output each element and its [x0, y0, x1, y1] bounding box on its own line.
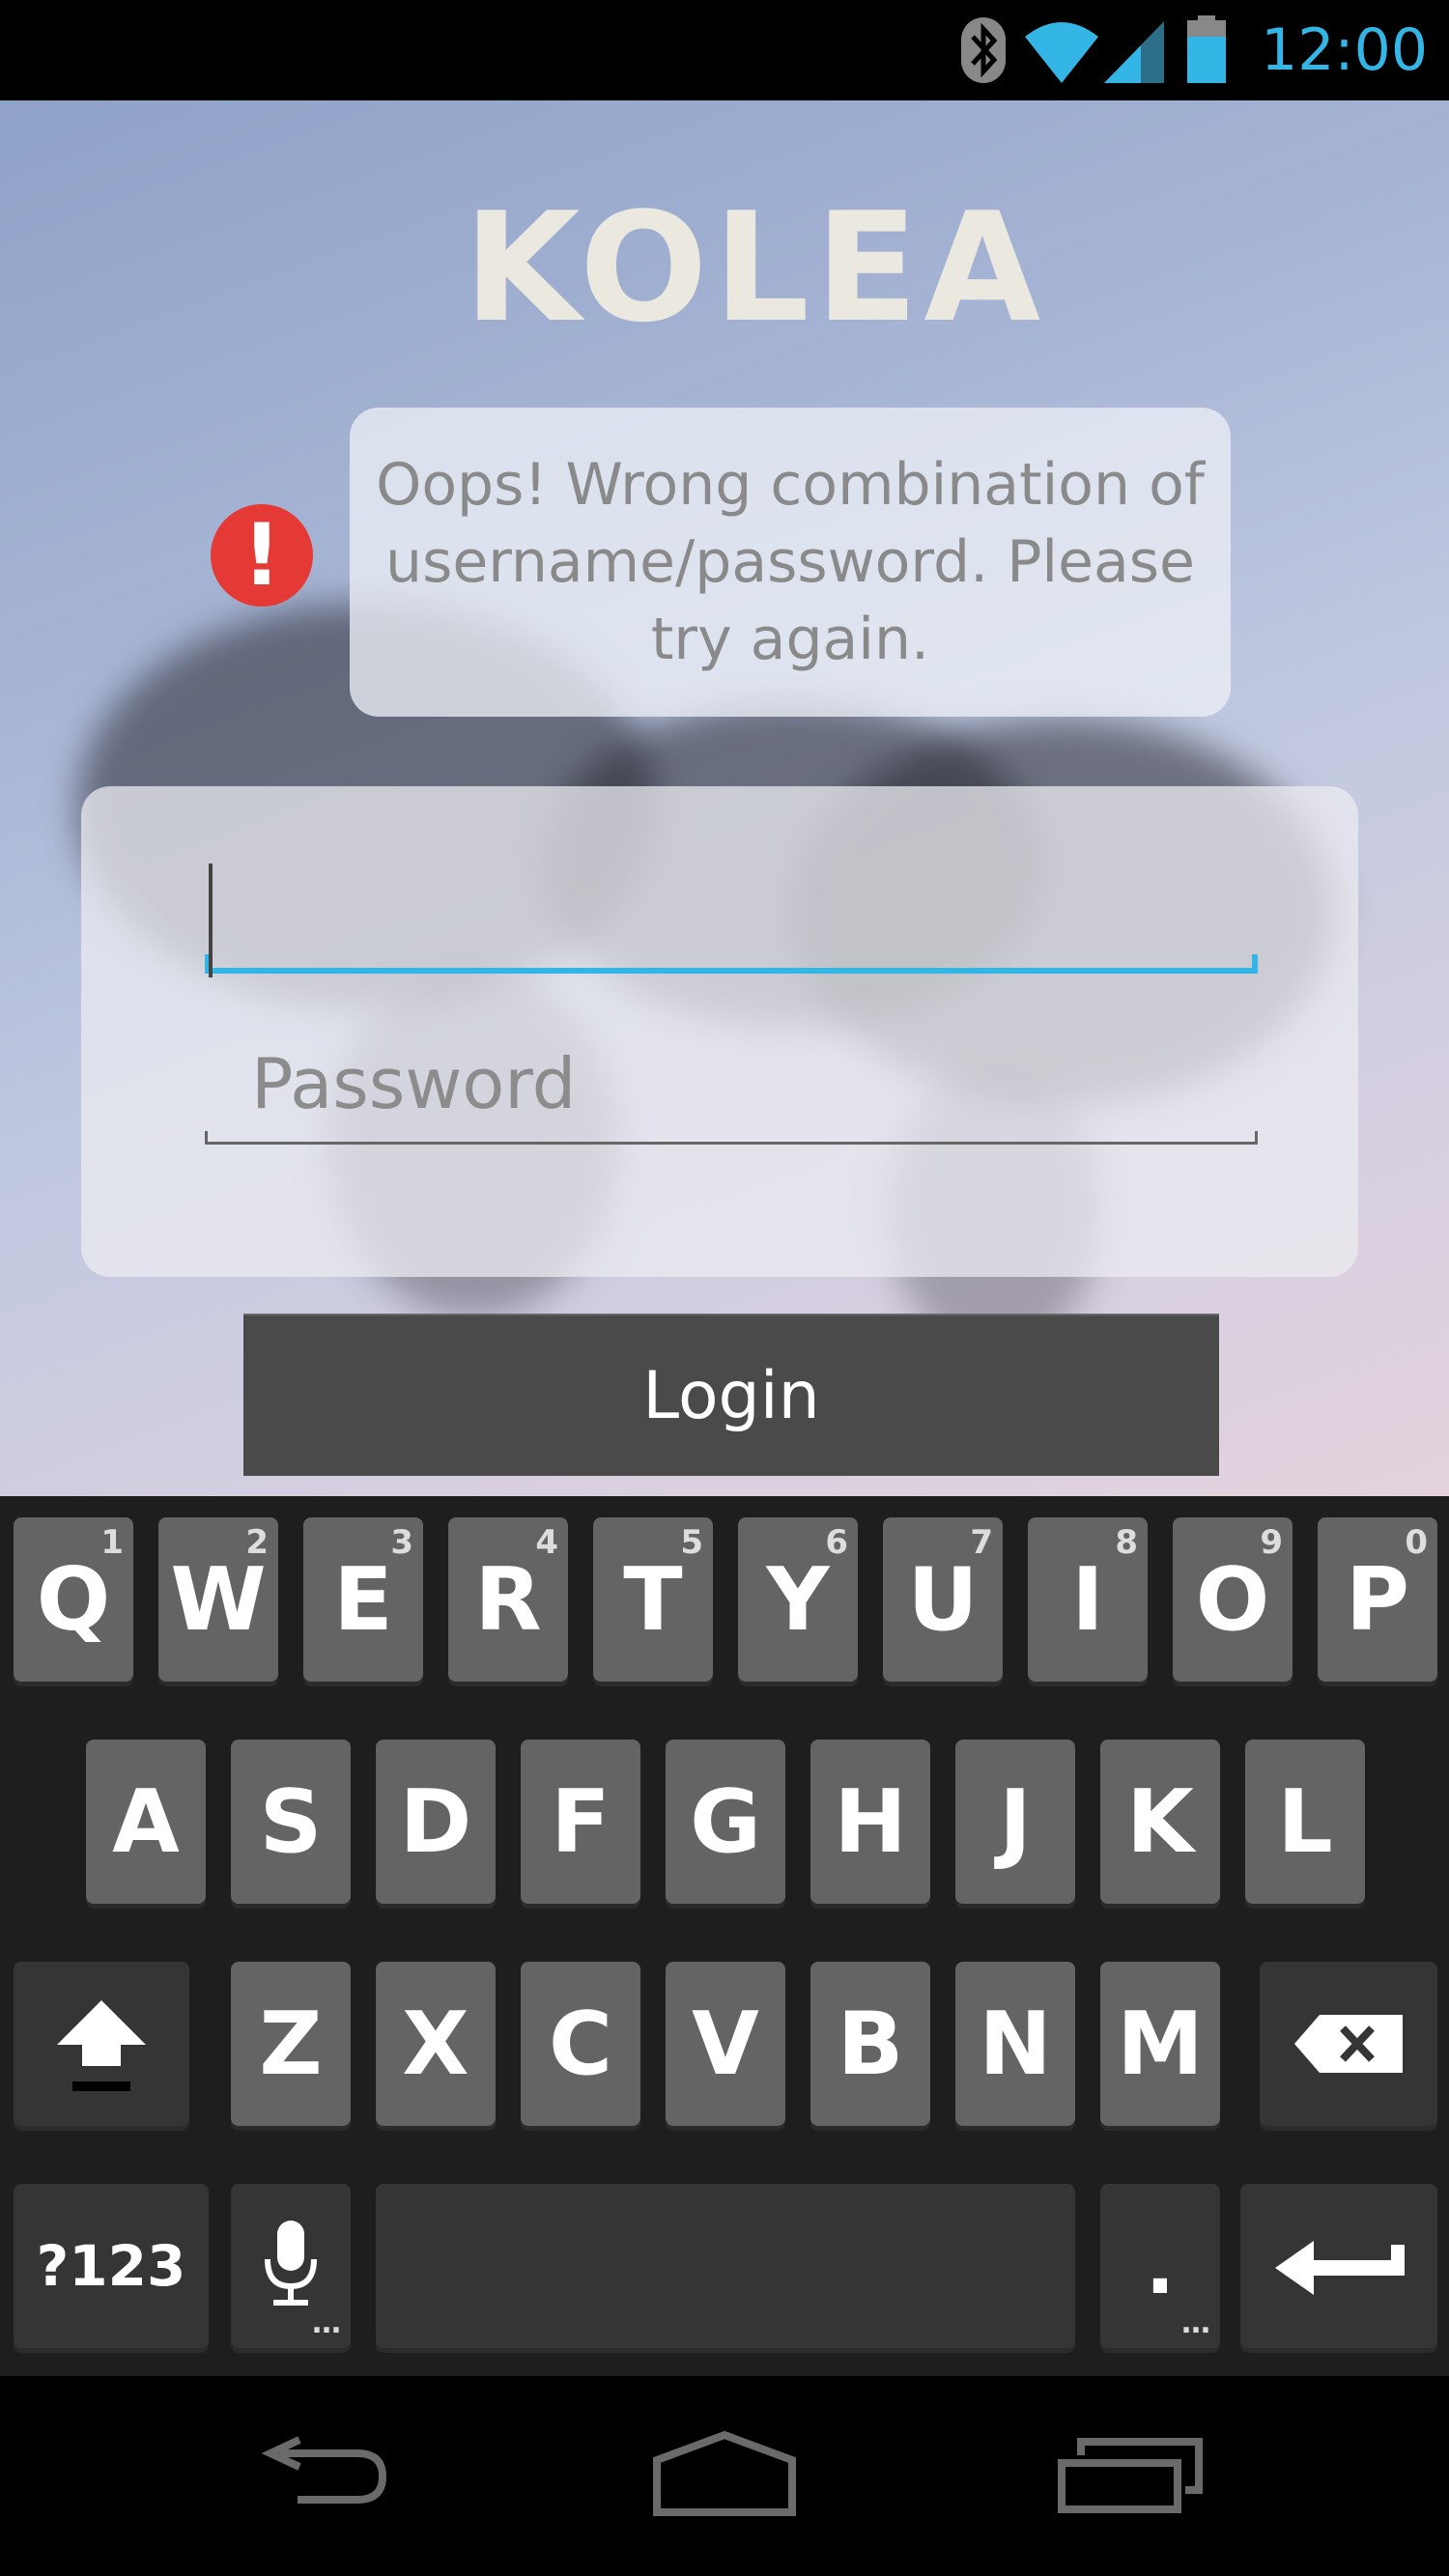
home-icon — [647, 2430, 802, 2522]
key-c[interactable]: C — [521, 1962, 640, 2126]
key-q[interactable]: Q1 — [14, 1517, 133, 1682]
enter-key[interactable] — [1240, 2184, 1437, 2348]
alert-icon: ! — [211, 504, 313, 607]
key-x[interactable]: X — [376, 1962, 496, 2126]
recent-apps-icon — [1058, 2436, 1203, 2517]
key-m[interactable]: M — [1100, 1962, 1220, 2126]
clock: 12:00 — [1261, 16, 1428, 84]
login-form: Password — [81, 786, 1358, 1277]
recent-apps-button[interactable] — [985, 2376, 1275, 2576]
space-bar[interactable] — [376, 2184, 1075, 2348]
error-message: Oops! Wrong combination of username/pass… — [376, 451, 1205, 673]
login-button-label: Login — [642, 1357, 820, 1434]
password-placeholder: Password — [251, 1043, 577, 1124]
password-field[interactable]: Password — [205, 1016, 1258, 1145]
key-j[interactable]: J — [955, 1740, 1075, 1904]
back-button[interactable] — [174, 2376, 464, 2576]
shift-key[interactable] — [14, 1962, 189, 2126]
text-cursor — [209, 863, 213, 977]
status-bar: 12:00 — [0, 0, 1449, 100]
key-n[interactable]: N — [955, 1962, 1075, 2126]
navigation-bar — [0, 2376, 1449, 2576]
key-z[interactable]: Z — [231, 1962, 351, 2126]
key-t[interactable]: T5 — [593, 1517, 713, 1682]
key-o[interactable]: O9 — [1173, 1517, 1293, 1682]
battery-icon — [1185, 15, 1228, 85]
symbols-key[interactable]: ?123 — [14, 2184, 209, 2348]
key-b[interactable]: B — [810, 1962, 930, 2126]
key-v[interactable]: V — [666, 1962, 785, 2126]
cell-signal-icon — [1102, 15, 1166, 85]
error-message-bubble: Oops! Wrong combination of username/pass… — [350, 408, 1231, 717]
key-p[interactable]: P0 — [1318, 1517, 1437, 1682]
wifi-icon — [1023, 15, 1100, 85]
login-button[interactable]: Login — [243, 1314, 1219, 1476]
soft-keyboard: Q1 W2 E3 R4 T5 Y6 U7 I8 O9 P0 A S D F G … — [0, 1496, 1449, 2376]
key-a[interactable]: A — [86, 1740, 206, 1904]
backspace-key[interactable] — [1260, 1962, 1437, 2126]
key-w[interactable]: W2 — [158, 1517, 278, 1682]
key-i[interactable]: I8 — [1028, 1517, 1148, 1682]
key-y[interactable]: Y6 — [738, 1517, 858, 1682]
key-e[interactable]: E3 — [303, 1517, 423, 1682]
login-screen: KOLEA ! Oops! Wrong combination of usern… — [0, 100, 1449, 1496]
enter-icon — [1275, 2237, 1406, 2303]
home-button[interactable] — [580, 2376, 869, 2576]
backspace-icon — [1294, 2015, 1403, 2077]
screen: 12:00 KOLEA ! Oops! Wrong combination of… — [0, 0, 1449, 2576]
kolea-logo: KOLEA — [464, 180, 1047, 355]
key-r[interactable]: R4 — [448, 1517, 568, 1682]
bluetooth-icon — [959, 15, 1008, 85]
key-k[interactable]: K — [1100, 1740, 1220, 1904]
key-u[interactable]: U7 — [883, 1517, 1003, 1682]
back-icon — [251, 2435, 387, 2517]
key-g[interactable]: G — [666, 1740, 785, 1904]
microphone-icon — [262, 2217, 320, 2317]
voice-input-key[interactable]: … — [231, 2184, 351, 2348]
key-f[interactable]: F — [521, 1740, 640, 1904]
key-l[interactable]: L — [1245, 1740, 1365, 1904]
key-h[interactable]: H — [810, 1740, 930, 1904]
period-key[interactable]: . … — [1100, 2184, 1220, 2348]
shift-icon — [53, 1996, 150, 2097]
key-s[interactable]: S — [231, 1740, 351, 1904]
username-field[interactable] — [205, 848, 1258, 974]
key-d[interactable]: D — [376, 1740, 496, 1904]
